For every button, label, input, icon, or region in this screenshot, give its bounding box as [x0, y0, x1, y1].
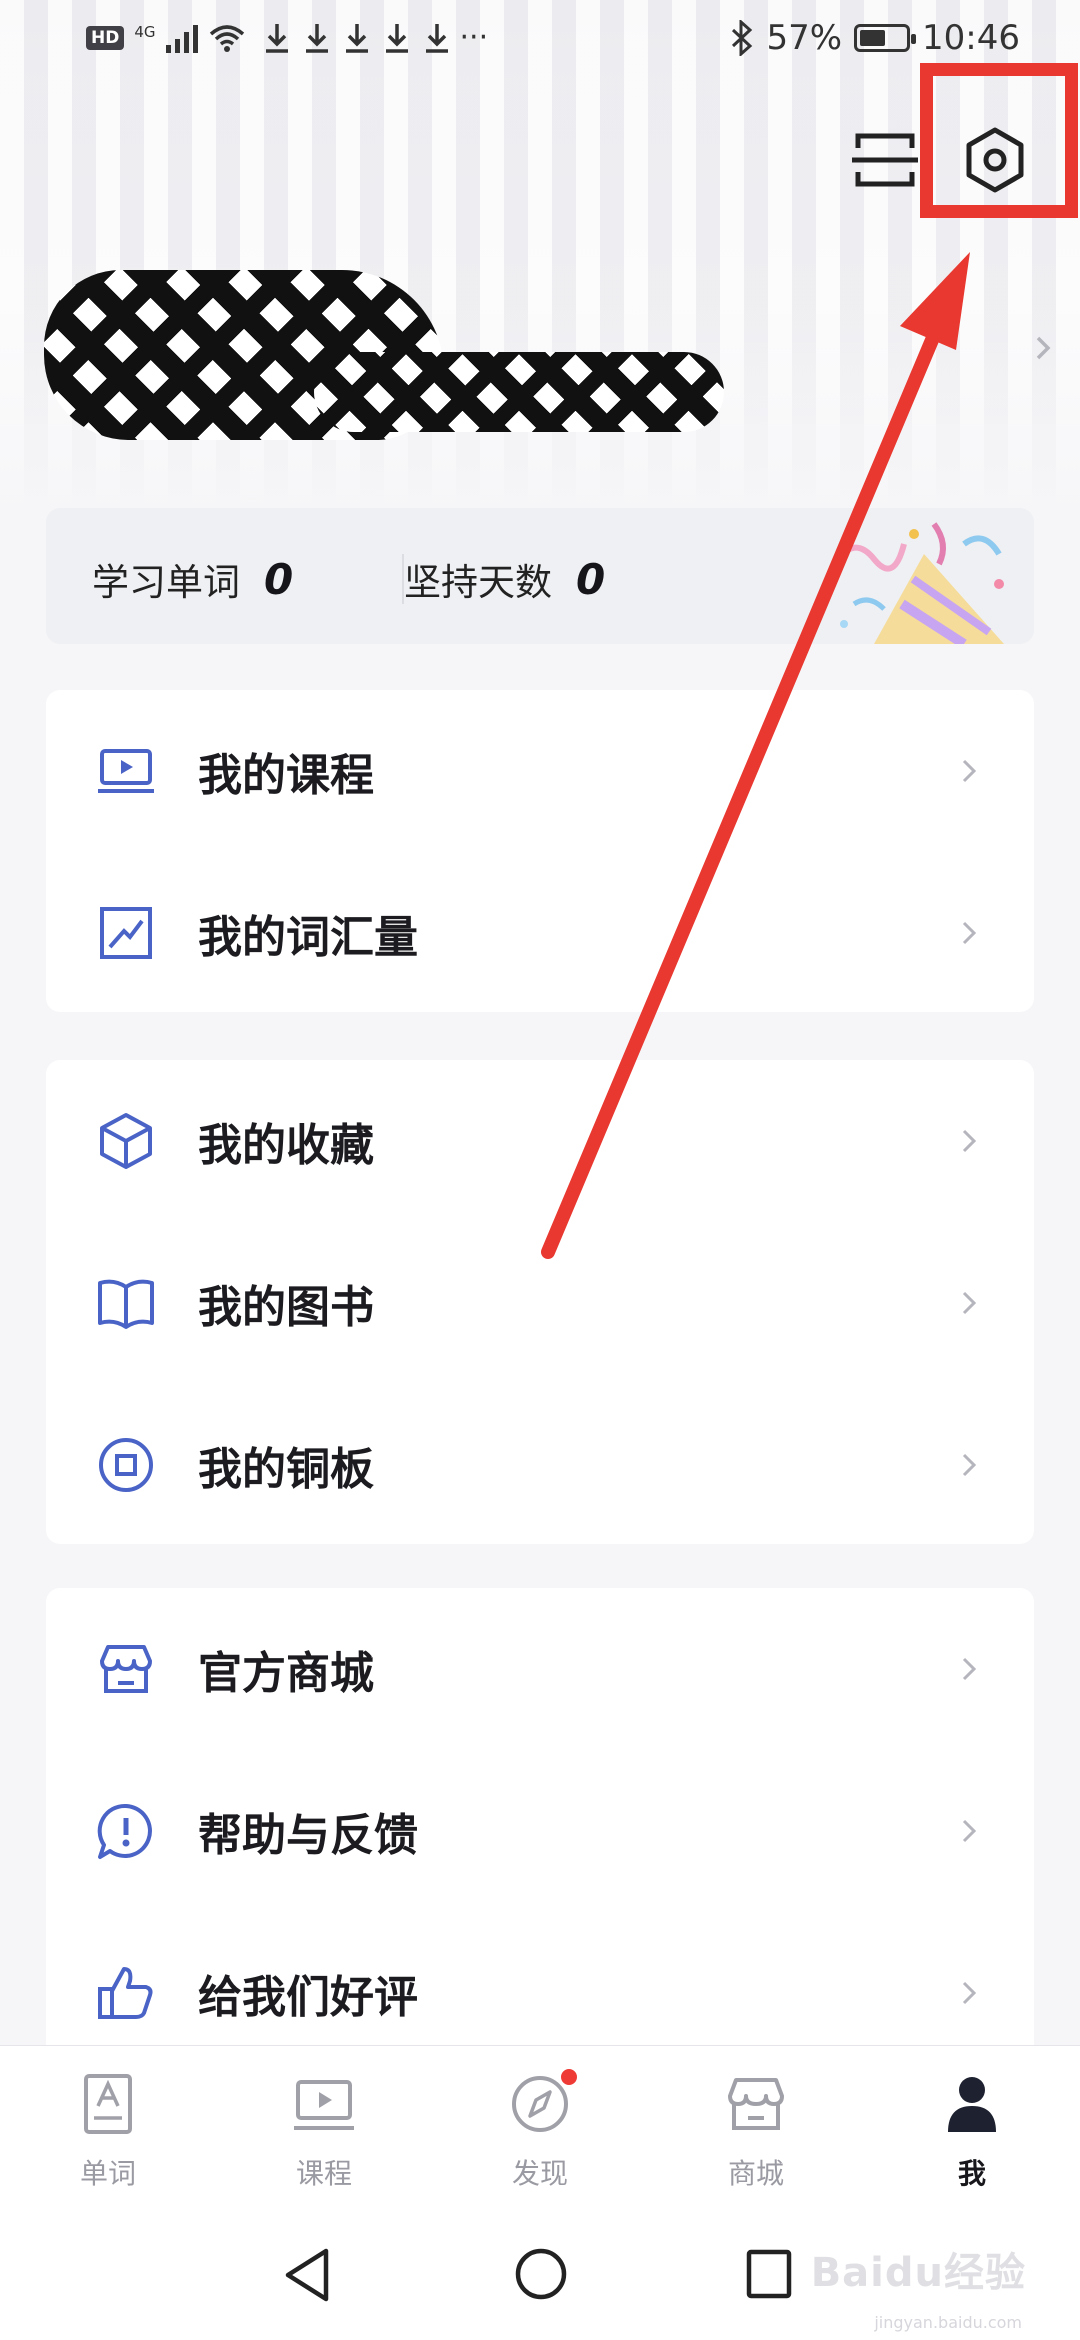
stat-days-value: 0: [576, 554, 606, 604]
course-play-icon: [98, 749, 154, 793]
download-icon: [345, 23, 368, 53]
network-type: 4G: [134, 22, 156, 41]
stat-days-label: 坚持天数: [404, 561, 552, 604]
download-icon: [305, 23, 328, 53]
help-feedback-icon: [97, 1803, 152, 1859]
menu-item-my-vocabulary[interactable]: 我的词汇量: [46, 852, 1034, 1014]
chevron-right-icon: [962, 759, 977, 783]
download-icon: [425, 23, 448, 53]
coin-icon: [99, 1438, 153, 1492]
recent-apps-icon[interactable]: [746, 2249, 792, 2299]
stat-words-label: 学习单词: [92, 561, 240, 604]
stat-days: 坚持天数 0: [404, 552, 605, 606]
signal-icon: [165, 23, 198, 53]
status-left: HD 4G ···: [86, 20, 488, 55]
status-bar: HD 4G ··· 57% 10:46: [0, 0, 1080, 80]
chevron-right-icon: [962, 1453, 977, 1477]
compass-wrapper: [508, 2066, 580, 2136]
tab-words[interactable]: 单词: [0, 2046, 216, 2195]
party-popper-icon: [831, 522, 1004, 644]
person-icon: [948, 2077, 996, 2132]
stat-words: 学习单词 0: [92, 552, 293, 606]
watermark: Baidu经验: [810, 2250, 1026, 2296]
course-icon: [294, 2080, 354, 2130]
status-right: 57% 10:46: [730, 18, 1020, 58]
tab-label: 单词: [79, 2157, 136, 2190]
menu-group-learning: 我的课程 我的词汇量: [46, 690, 1034, 1012]
chevron-right-icon: [962, 1657, 977, 1681]
download-icon: [385, 23, 408, 53]
chevron-right-icon: [962, 1819, 977, 1843]
chevron-right-icon: [962, 1291, 977, 1315]
tab-me[interactable]: 我: [864, 2046, 1080, 2195]
chevron-right-icon: [1036, 336, 1051, 360]
tab-label: 发现: [511, 2157, 568, 2190]
watermark-url: jingyan.baidu.com: [874, 2313, 1022, 2332]
menu-label: 我的铜板: [198, 1444, 374, 1495]
menu-label: 官方商城: [198, 1648, 374, 1699]
scan-icon[interactable]: [850, 130, 920, 190]
book-icon: [98, 1279, 154, 1329]
menu-group-support: 官方商城 帮助与反馈 给我们好评: [46, 1588, 1034, 2048]
menu-item-my-coins[interactable]: 我的铜板: [46, 1384, 1034, 1546]
chevron-right-icon: [962, 921, 977, 945]
store-icon: [728, 2078, 784, 2130]
hd-badge: HD: [86, 25, 125, 50]
menu-item-help-feedback[interactable]: 帮助与反馈: [46, 1750, 1034, 1912]
menu-item-my-favorites[interactable]: 我的收藏: [46, 1060, 1034, 1222]
notification-badge: [558, 2066, 580, 2088]
menu-label: 帮助与反馈: [198, 1810, 418, 1861]
bluetooth-icon: [732, 20, 753, 56]
tab-label: 我: [957, 2157, 986, 2190]
back-triangle-icon[interactable]: [282, 2247, 332, 2303]
battery-icon: [854, 24, 917, 52]
menu-label: 我的课程: [198, 750, 374, 801]
battery-fill: [860, 30, 886, 46]
download-icon: [265, 23, 288, 53]
favorites-cube-icon: [100, 1113, 152, 1169]
download-icons: [264, 22, 450, 54]
study-stats-card: 学习单词 0 坚持天数 0: [46, 508, 1034, 644]
battery-percent: 57%: [766, 18, 843, 58]
clock: 10:46: [922, 18, 1020, 58]
username-redacted: [314, 352, 724, 432]
menu-item-my-courses[interactable]: 我的课程: [46, 690, 1034, 852]
home-circle-icon[interactable]: [514, 2247, 568, 2301]
stat-words-value: 0: [264, 554, 294, 604]
menu-label: 给我们好评: [198, 1972, 418, 2023]
system-navigation-bar: Baidu经验 jingyan.baidu.com: [0, 2195, 1080, 2340]
menu-item-my-books[interactable]: 我的图书: [46, 1222, 1034, 1384]
chevron-right-icon: [962, 1129, 977, 1153]
chevron-right-icon: [962, 1981, 977, 2005]
tab-courses[interactable]: 课程: [216, 2046, 432, 2195]
store-icon: [100, 1645, 152, 1693]
menu-group-collections: 我的收藏 我的图书 我的铜板: [46, 1060, 1034, 1544]
menu-label: 我的图书: [198, 1282, 374, 1333]
tab-store[interactable]: 商城: [648, 2046, 864, 2195]
tab-label: 课程: [295, 2157, 352, 2190]
vocabulary-chart-icon: [100, 907, 152, 959]
menu-label: 我的词汇量: [198, 912, 418, 963]
profile-header[interactable]: [44, 262, 1051, 452]
menu-label: 我的收藏: [198, 1120, 374, 1171]
bottom-tab-bar: 单词 课程 发现 商城 我: [0, 2045, 1080, 2195]
more-notifications: ···: [459, 20, 489, 55]
tab-discover[interactable]: 发现: [432, 2046, 648, 2195]
tab-label: 商城: [727, 2157, 784, 2190]
wifi-icon: [209, 24, 244, 52]
thumbs-up-icon: [98, 1967, 153, 2019]
annotation-highlight-box: [920, 63, 1078, 218]
menu-item-official-store[interactable]: 官方商城: [46, 1588, 1034, 1750]
word-card-icon: [84, 2074, 132, 2134]
